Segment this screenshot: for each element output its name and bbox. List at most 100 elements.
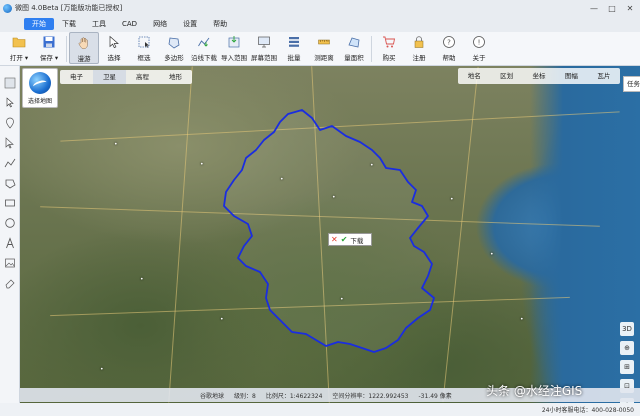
status-offset: -31.49 像素: [418, 392, 452, 400]
close-button[interactable]: ✕: [621, 0, 639, 16]
text-tool-button[interactable]: [3, 236, 17, 250]
layer-electronic[interactable]: 电子: [60, 70, 93, 84]
select-arrow-tool-button[interactable]: [3, 136, 17, 150]
help-label: 帮助: [442, 54, 456, 62]
folder-icon: [12, 37, 26, 48]
svg-text:!: !: [478, 39, 481, 47]
layer-switcher: 电子 卫星 高程 地形: [60, 70, 192, 84]
layer-terrain[interactable]: 地形: [159, 70, 192, 84]
polygon-button[interactable]: 多边形: [159, 32, 189, 64]
layer-satellite[interactable]: 卫星: [93, 70, 126, 84]
map-type-selector[interactable]: 选择地图: [22, 68, 58, 108]
text-icon: [5, 237, 14, 249]
footer-bar: 24小时客服电话：400-028-0050: [0, 403, 640, 416]
toolbar-separator: [66, 36, 67, 62]
menu-help[interactable]: 帮助: [205, 18, 235, 30]
rectangle-tool-button[interactable]: [3, 196, 17, 210]
task-list-button[interactable]: 任务列表: [623, 76, 640, 92]
batch-button[interactable]: 批量: [279, 32, 309, 64]
download-popup: ✕ ✔ 下载: [328, 233, 372, 246]
about-button[interactable]: ! 关于: [464, 32, 494, 64]
menu-settings[interactable]: 设置: [175, 18, 205, 30]
maximize-button[interactable]: □: [603, 0, 621, 16]
hand-icon: [78, 37, 88, 50]
svg-text:?: ?: [447, 39, 451, 47]
pointer-tool-button[interactable]: [3, 96, 17, 110]
app-window: 微图 4.0Beta [万能版功能已授权] — □ ✕ 开始 下载 工具 CAD…: [0, 0, 640, 416]
buy-button[interactable]: 购买: [374, 32, 404, 64]
download-label[interactable]: 下载: [350, 235, 363, 245]
menu-download[interactable]: 下载: [54, 18, 84, 30]
layers-toggle-button[interactable]: [3, 76, 17, 90]
minimize-button[interactable]: —: [585, 0, 603, 16]
box-select-label: 框选: [137, 54, 151, 62]
ruler-icon: [318, 39, 330, 45]
left-drawing-toolbar: [0, 66, 20, 416]
line-download-label: 沿线下载: [191, 54, 217, 62]
register-label: 注册: [412, 54, 426, 62]
menu-tools[interactable]: 工具: [84, 18, 114, 30]
help-icon: ?: [443, 36, 455, 48]
confirm-download-button[interactable]: ✔: [341, 235, 348, 244]
menu-cad[interactable]: CAD: [114, 18, 145, 30]
cart-icon: [383, 36, 396, 48]
cursor-icon: [109, 35, 119, 49]
map-type-label: 选择地图: [27, 97, 52, 105]
tab-map-sheet[interactable]: 图幅: [555, 68, 587, 84]
select-button[interactable]: 选择: [99, 32, 129, 64]
eraser-icon: [5, 279, 14, 289]
status-zoom-level: 级别：8: [234, 392, 256, 400]
line-download-icon: [198, 37, 210, 47]
map-view[interactable]: • • • • • • • • • • • • 选择地图 电子 卫星 高程 地形…: [20, 66, 640, 403]
menu-network[interactable]: 网络: [145, 18, 175, 30]
tab-tile[interactable]: 瓦片: [588, 68, 620, 84]
3d-toggle-button[interactable]: 3D: [620, 322, 634, 336]
line-download-button[interactable]: 沿线下载: [189, 32, 219, 64]
measure-distance-button[interactable]: 测距离: [309, 32, 339, 64]
globe-icon: [29, 71, 51, 94]
tab-place-name[interactable]: 地名: [458, 68, 490, 84]
box-select-button[interactable]: 框选: [129, 32, 159, 64]
open-button[interactable]: 打开 ▾: [4, 32, 34, 64]
lock-icon: [414, 36, 424, 48]
register-button[interactable]: 注册: [404, 32, 434, 64]
marker-tool-button[interactable]: [3, 116, 17, 130]
hotline-text: 24小时客服电话：400-028-0050: [541, 407, 634, 414]
delete-tool-button[interactable]: [3, 276, 17, 290]
polygon-icon: [168, 37, 180, 49]
fullscreen-button[interactable]: ⊞: [620, 360, 634, 374]
measure-distance-label: 测距离: [314, 54, 334, 62]
polyline-tool-button[interactable]: [3, 156, 17, 170]
title-bar: 微图 4.0Beta [万能版功能已授权] — □ ✕: [0, 0, 640, 16]
screen-range-button[interactable]: 屏幕范围: [249, 32, 279, 64]
import-range-button[interactable]: 导入范围: [219, 32, 249, 64]
app-logo-icon: [3, 3, 12, 13]
help-button[interactable]: ? 帮助: [434, 32, 464, 64]
map-info-tabs: 地名 区划 坐标 图幅 瓦片: [458, 68, 620, 84]
box-select-icon: [138, 36, 150, 48]
tab-coordinate[interactable]: 坐标: [523, 68, 555, 84]
toolbar-separator: [371, 36, 372, 62]
status-resolution: 空间分辨率：1222.992453: [332, 392, 409, 400]
ribbon-toolbar: 打开 ▾ 保存 ▾ 漫游 选择 框选 多边形 沿线下载 导入范围 屏幕范围 批量…: [0, 32, 640, 66]
menu-bar: 开始 下载 工具 CAD 网络 设置 帮助: [0, 16, 640, 32]
buy-label: 购买: [382, 54, 396, 62]
locate-button[interactable]: ⊕: [620, 341, 634, 355]
circle-tool-button[interactable]: [3, 216, 17, 230]
menu-start[interactable]: 开始: [24, 18, 54, 30]
status-scale: 比例尺：1:4622324: [265, 392, 323, 400]
save-button[interactable]: 保存 ▾: [34, 32, 64, 64]
measure-area-button[interactable]: 量面积: [339, 32, 369, 64]
save-icon: [43, 36, 55, 48]
save-label: 保存 ▾: [39, 54, 59, 62]
pan-button[interactable]: 漫游: [69, 32, 99, 64]
pin-icon: [5, 117, 14, 129]
pan-label: 漫游: [77, 55, 91, 63]
image-icon: [4, 258, 15, 268]
arrow-icon: [5, 137, 14, 149]
layer-elevation[interactable]: 高程: [126, 70, 159, 84]
image-tool-button[interactable]: [3, 256, 17, 270]
polygon-tool-button[interactable]: [3, 176, 17, 190]
tab-division[interactable]: 区划: [490, 68, 522, 84]
cancel-download-button[interactable]: ✕: [331, 235, 338, 244]
